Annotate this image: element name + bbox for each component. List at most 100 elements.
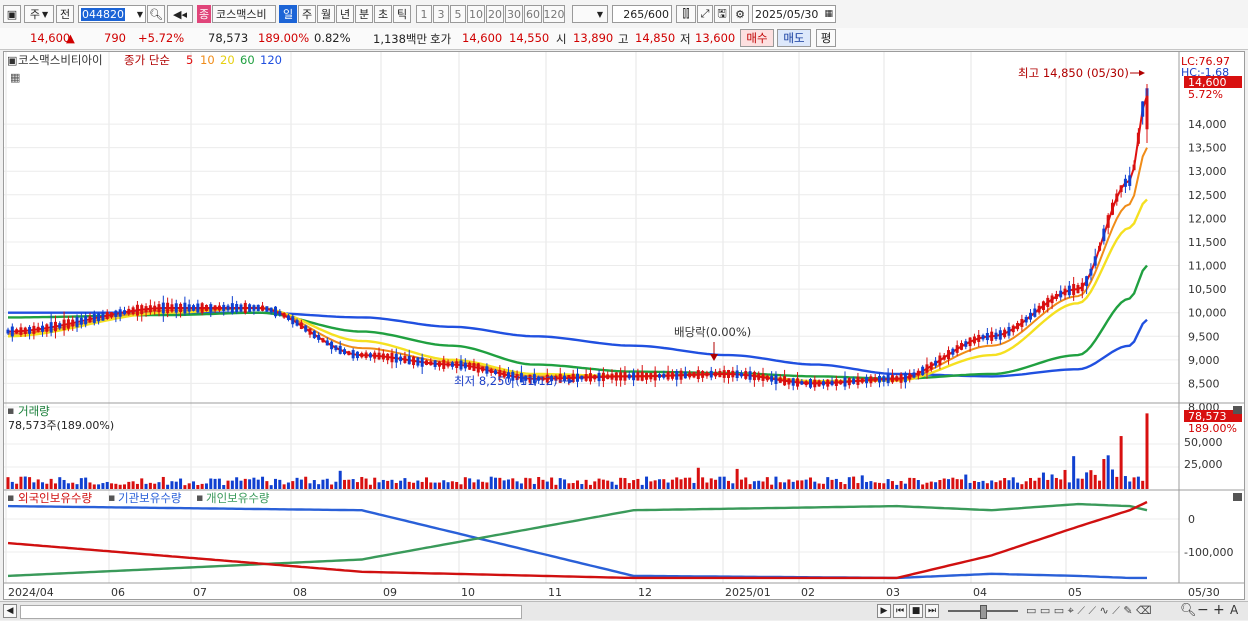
volume-bar: [75, 484, 79, 489]
price-candle: [321, 338, 325, 343]
price-candle: [222, 304, 226, 312]
period-tab-1[interactable]: 주: [298, 5, 316, 23]
speaker-icon[interactable]: ◀◂: [167, 5, 193, 23]
price-candle: [32, 325, 36, 334]
sell-button[interactable]: 매도: [777, 29, 811, 47]
volume-bar: [204, 483, 208, 489]
interval-custom-select[interactable]: ▼: [572, 5, 608, 23]
price-candle: [783, 376, 787, 386]
save-icon[interactable]: 🖫︎: [714, 5, 730, 23]
interval-tab-10[interactable]: 10: [467, 5, 485, 23]
date-input[interactable]: 2025/05/30 ▦: [752, 5, 836, 23]
window-icon[interactable]: ▣: [3, 5, 21, 23]
volume-bar: [299, 479, 303, 489]
stock-name-label: 코스맥스비티아이: [18, 53, 103, 67]
interval-tab-120[interactable]: 120: [543, 5, 565, 23]
volume-bar: [144, 483, 148, 489]
avg-button[interactable]: 평: [816, 29, 836, 47]
volume-bar: [450, 481, 454, 489]
volume-bar: [994, 482, 998, 489]
interval-tab-5[interactable]: 5: [450, 5, 466, 23]
volume-bar: [817, 483, 821, 489]
volume-bar: [442, 480, 446, 489]
volume-bar: [269, 485, 273, 489]
period-tab-2[interactable]: 월: [317, 5, 335, 23]
price-candle: [282, 313, 286, 318]
search-icon[interactable]: 🔍︎: [147, 5, 165, 23]
chart-scrollbar[interactable]: ◀ ▶ ⏮ ■ ⏭ ▭ ▭ ▭ ⌖ ⟋ ⟋ ∿ ⟋ ✎ ⌫ 🔍︎ − + A: [0, 601, 1248, 620]
buy-button[interactable]: 매수: [740, 29, 774, 47]
last-icon[interactable]: ⏭: [925, 604, 939, 618]
minus-icon[interactable]: −: [1197, 602, 1209, 618]
prev-button-label: 전: [59, 8, 71, 21]
gear-icon[interactable]: ⚙: [731, 5, 749, 23]
chart-canvas[interactable]: ▣ 코스맥스비티아이 종가 단순 5 10 20 60 120 ▦ LC:76.…: [4, 52, 1244, 599]
interval-tab-30[interactable]: 30: [505, 5, 523, 23]
volume-bar: [433, 482, 437, 489]
price-candle: [696, 370, 700, 380]
price-candle: [10, 326, 14, 337]
price-candle: [1072, 283, 1076, 295]
volume-bar: [498, 477, 502, 489]
candle-icon[interactable]: ⫿⫿: [676, 5, 696, 23]
plus-icon[interactable]: +: [1213, 602, 1225, 618]
interval-tab-20[interactable]: 20: [486, 5, 504, 23]
volume-bar: [200, 483, 204, 489]
price-candle: [1089, 268, 1093, 276]
volume-bar: [847, 477, 851, 489]
volume-bar: [778, 482, 782, 489]
price-candle: [1050, 295, 1054, 304]
interval-tab-1[interactable]: 1: [416, 5, 432, 23]
draw-tool-icon[interactable]: ⤢: [697, 5, 713, 23]
volume-bar: [494, 477, 498, 489]
toolbar: ▣ 주 ▼ 전 044820 ▼ 🔍︎ ◀◂ 종 코스맥스비 ▼ 265/600 …: [0, 0, 1248, 29]
price-candle: [304, 325, 308, 332]
drawing-tools[interactable]: ▭ ▭ ▭ ⌖ ⟋ ⟋ ∿ ⟋ ✎ ⌫: [1026, 604, 1152, 618]
stock-code-input[interactable]: 044820 ▼: [78, 5, 146, 23]
volume-bar: [576, 480, 579, 489]
stop-icon[interactable]: ■: [909, 604, 923, 618]
first-icon[interactable]: ⏮: [893, 604, 907, 618]
price-candle: [1020, 318, 1024, 327]
volume-bar: [179, 478, 183, 489]
zoom-out-icon[interactable]: 🔍︎: [1180, 603, 1197, 618]
last-volume-pct: 189.00%: [1188, 422, 1237, 435]
volume-title: 거래량: [18, 404, 50, 418]
scroll-left-icon[interactable]: ◀: [3, 604, 17, 618]
bar-count-input[interactable]: 265/600: [612, 5, 672, 23]
period-tab-0[interactable]: 일: [279, 5, 297, 23]
period-tab-5[interactable]: 초: [374, 5, 392, 23]
scroll-right-icon[interactable]: ▶: [877, 604, 891, 618]
price-candle: [355, 351, 359, 359]
market-select[interactable]: 주 ▼: [24, 5, 54, 23]
volume-bar: [429, 482, 433, 489]
prev-button[interactable]: 전: [56, 5, 74, 23]
font-size-icon[interactable]: A: [1230, 603, 1238, 617]
zoom-slider-thumb[interactable]: [980, 605, 987, 619]
interval-tab-3[interactable]: 3: [433, 5, 449, 23]
price-candle: [1037, 305, 1041, 313]
volume-bar: [808, 477, 812, 489]
volume-bar: [235, 477, 239, 489]
period-tab-6[interactable]: 틱: [393, 5, 411, 23]
price-candle: [416, 357, 420, 366]
volume-bar: [852, 476, 856, 489]
price-candle: [390, 352, 394, 363]
price-candle: [903, 373, 907, 383]
volume-bar: [929, 481, 933, 489]
price-candle: [709, 370, 713, 378]
volume-bar: [675, 477, 679, 489]
period-tab-4[interactable]: 분: [355, 5, 373, 23]
interval-tab-60[interactable]: 60: [524, 5, 542, 23]
price-candle: [990, 331, 994, 341]
trade-amount: 1,138백만: [373, 32, 428, 46]
volume-bar: [692, 482, 696, 489]
volume-bar: [166, 484, 170, 489]
chart-area[interactable]: ▣ 코스맥스비티아이 종가 단순 5 10 20 60 120 ▦ LC:76.…: [3, 51, 1245, 600]
price-candle: [972, 336, 976, 344]
volume-bar: [135, 483, 139, 489]
scroll-thumb[interactable]: [20, 605, 522, 619]
price-candle: [1098, 245, 1102, 251]
volume-bar: [187, 483, 191, 489]
period-tab-3[interactable]: 년: [336, 5, 354, 23]
